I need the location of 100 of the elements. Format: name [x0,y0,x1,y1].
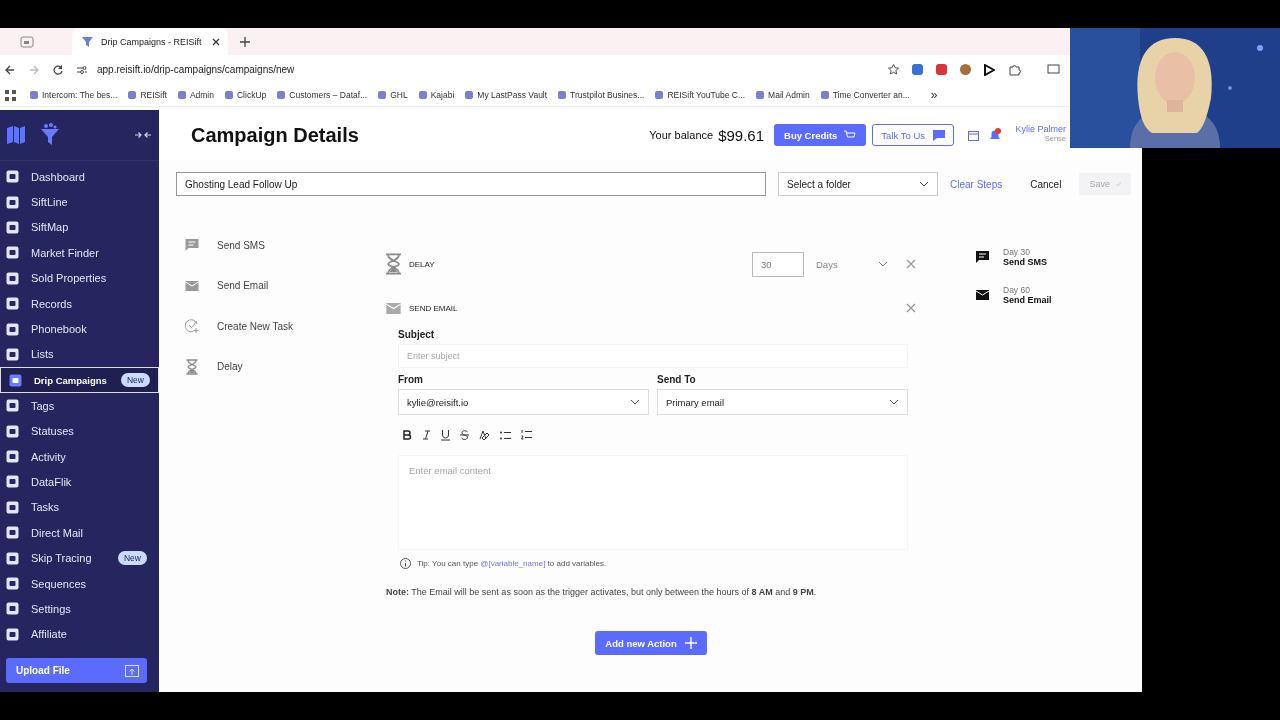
extension-icon[interactable] [912,64,923,75]
bookmark[interactable]: Customers – Dataf... [277,90,368,100]
new-badge: New [118,551,147,566]
cart-icon [844,130,857,140]
clear-format-icon[interactable] [479,429,490,441]
back-icon[interactable] [5,64,15,75]
bookmark[interactable]: REISift YouTube C... [655,90,746,100]
sidebar-item[interactable]: Dashboard [0,164,159,190]
sidebar-item[interactable]: DataFlik [0,469,159,495]
info-icon [400,558,411,569]
play-icon[interactable] [984,63,995,76]
envelope-icon [386,302,401,314]
reload-icon[interactable] [53,64,63,75]
bookmark[interactable]: Intercom: The bes... [30,90,118,100]
from-dropdown[interactable]: kylie@reisift.io [398,389,649,415]
bookmark[interactable]: Admin [177,90,214,100]
bold-icon[interactable] [403,430,412,440]
user-name[interactable]: Kylie Palmer [1015,124,1066,134]
bookmark[interactable]: Time Converter an... [820,90,910,100]
map-logo-icon[interactable] [6,125,26,145]
chevron-down-icon [919,181,929,187]
bookmark[interactable]: Trustpilot Busines... [558,90,645,100]
sidebar-item[interactable]: SiftMap [0,214,159,241]
sidebar-item[interactable]: Direct Mail [0,520,159,546]
extension-icon[interactable] [936,64,947,75]
bookmark[interactable]: Kajabi [418,90,455,100]
italic-icon[interactable] [422,430,431,440]
plus-icon [684,637,697,649]
square-icon [6,399,19,413]
sidebar-item[interactable]: Sequences [0,570,159,597]
funnel-icon [82,35,93,48]
star-icon[interactable] [888,64,899,75]
delay-unit-dropdown[interactable]: Days [804,251,890,277]
action-option[interactable]: Create New Task [185,306,369,347]
sidebar-item[interactable]: Market Finder [0,240,159,266]
action-option[interactable]: Send Email [185,265,369,306]
bookmark[interactable]: GHL [378,90,408,100]
bookmark[interactable]: REISift [128,90,167,100]
talk-to-us-button[interactable]: Talk To Us [872,124,954,146]
strikethrough-icon[interactable] [460,430,469,440]
bell-icon[interactable] [988,128,1002,142]
bookmark[interactable]: ClickUp [225,90,267,100]
sidebar-item[interactable]: Activity [0,443,159,470]
sidebar-item[interactable]: Tasks [0,494,159,521]
upload-file-button[interactable]: Upload File [6,658,147,683]
send-to-dropdown[interactable]: Primary email [657,389,908,415]
buy-credits-button[interactable]: Buy Credits [774,124,867,146]
sidebar-item[interactable]: Records [0,290,159,317]
cancel-button[interactable]: Cancel [1024,177,1068,191]
tip-text: Tip: You can type @[variable_name] to add variables. [417,559,607,568]
folder-dropdown[interactable]: Select a folder [778,172,938,196]
square-icon [6,195,19,209]
underline-icon[interactable] [441,429,450,441]
email-content-field[interactable]: Enter email content [398,455,908,550]
timeline-item[interactable]: Day 60 Send Email [976,276,1052,314]
campaign-name-field[interactable]: Ghosting Lead Follow Up [176,172,766,196]
site-settings-icon[interactable] [77,64,87,75]
sidebar-item[interactable]: Skip Tracing New [0,545,159,571]
subject-field[interactable]: Enter subject [398,344,908,368]
apps-grid-icon[interactable] [5,89,16,101]
action-option[interactable]: Send SMS [185,225,369,266]
square-icon [6,526,19,540]
bookmark[interactable]: My LastPass Vault [465,90,548,100]
sidebar-item[interactable]: Lists [0,341,159,368]
balance-label: Your balance [649,129,714,141]
sidebar-item[interactable]: Affiliate [0,621,159,648]
sidebar-item[interactable]: SiftLine [0,189,159,215]
square-icon [6,297,19,311]
envelope-icon [185,280,199,291]
sidebar-item[interactable]: Drip Campaigns New [0,367,159,394]
bullet-list-icon[interactable] [500,430,511,440]
square-icon [9,373,22,387]
sidebar-item[interactable]: Statuses [0,418,159,444]
address-bar[interactable]: app.reisift.io/drip-campaigns/campaigns/new [97,64,295,75]
sidebar-item[interactable]: Sold Properties [0,265,159,291]
plus-icon[interactable] [240,36,250,47]
chat-icon [933,129,945,141]
timeline-item[interactable]: Day 30 Send SMS [976,238,1052,276]
action-option[interactable]: Delay [185,346,369,387]
sidebar-item[interactable]: Tags [0,393,159,419]
square-icon [6,450,19,464]
bookmark[interactable]: Mail Admin [756,90,810,100]
collapse-icon[interactable] [135,131,151,139]
close-icon[interactable] [212,37,220,46]
numbered-list-icon[interactable] [521,430,532,440]
tab-list-icon[interactable] [20,35,34,48]
step-title: DELAY [409,259,435,269]
bookmarks-overflow[interactable]: » [930,88,938,102]
chevron-down-icon [889,399,899,405]
browser-tab[interactable]: Drip Campaigns - REISift [72,28,228,55]
sidebar-item[interactable]: Phonebook [0,316,159,342]
clear-steps-button[interactable]: Clear Steps [950,178,1003,190]
funnel-logo-icon[interactable] [40,123,60,147]
square-icon [6,475,19,489]
calendar-icon[interactable] [968,129,979,141]
hourglass-icon [386,253,401,275]
add-new-action-button[interactable]: Add new Action [595,631,707,655]
new-badge: New [121,373,150,388]
delay-amount-field[interactable]: 30 [752,251,804,277]
sidebar-item[interactable]: Settings [0,596,159,622]
